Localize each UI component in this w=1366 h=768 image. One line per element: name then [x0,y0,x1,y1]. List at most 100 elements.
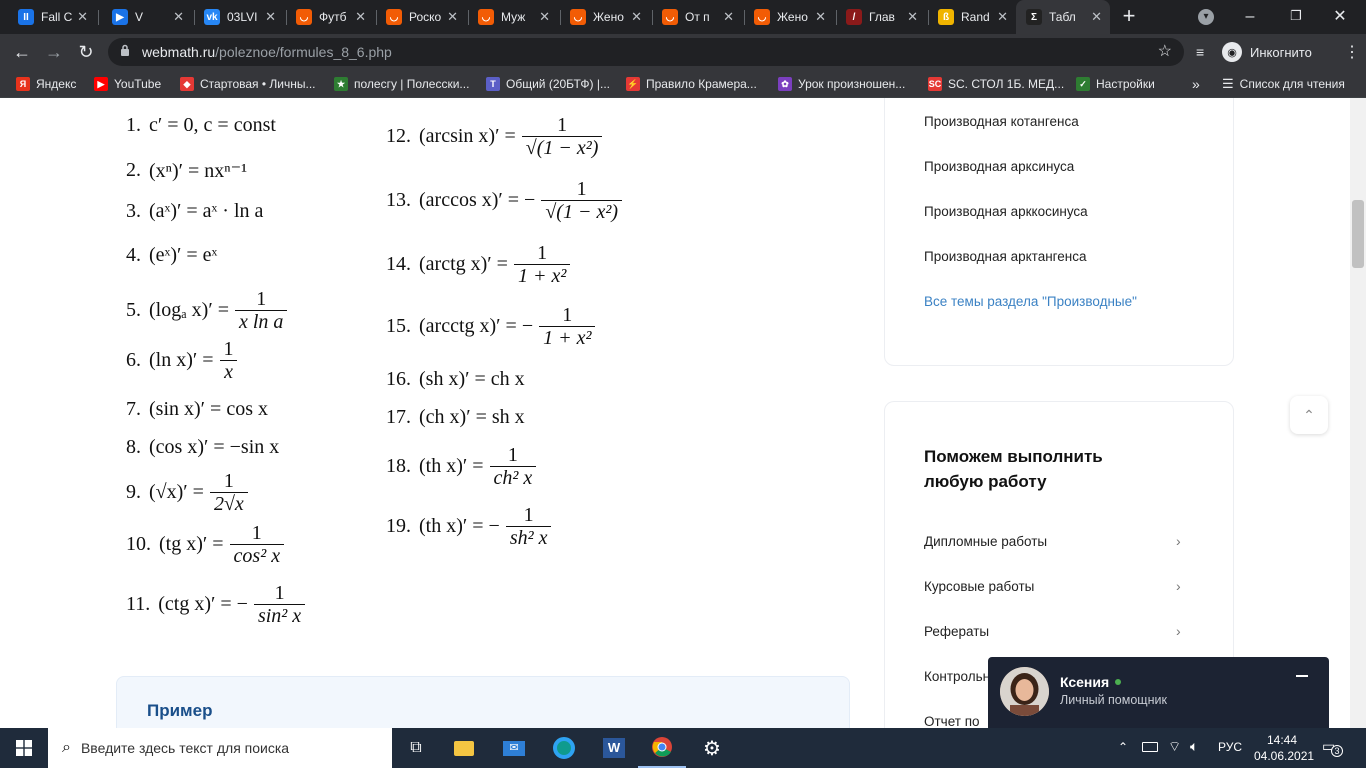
fraction-denominator: x ln a [235,310,288,333]
chat-minimize-icon[interactable] [1296,675,1308,677]
browser-tab[interactable]: ◡ Роско ✕ [376,0,466,34]
taskbar-search-box[interactable]: ⌕ Введите здесь текст для поиска [48,728,392,768]
bookmark-item[interactable]: SC SC. СТОЛ 1Б. МЕД... [928,70,1064,98]
wifi-icon[interactable]: ⌔ [1168,738,1181,756]
formula-row: 3. (aˣ)′ = aˣ · ln a [126,200,263,223]
chevron-right-icon: › [1176,578,1181,594]
fraction-numerator: 1 [562,304,573,326]
bookmark-icon: Я [16,77,30,91]
bookmark-item[interactable]: ★ полесгу | Полесски... [334,70,469,98]
fraction-numerator: 1 [523,504,534,526]
close-tab-icon[interactable]: ✕ [265,10,276,24]
browser-tab[interactable]: ◡ Муж ✕ [468,0,558,34]
browser-tab[interactable]: ß Rand ✕ [928,0,1016,34]
windows-start-button[interactable] [0,728,48,768]
sidebar-topic-link[interactable]: Производная арксинуса [924,159,1074,174]
browser-tab[interactable]: ◡ Жено ✕ [560,0,650,34]
fraction-denominator: 1 + x² [539,326,596,349]
close-tab-icon[interactable]: ✕ [77,10,88,24]
sidebar-topic-link[interactable]: Производная арктангенса [924,249,1087,264]
reading-mode-icon[interactable]: ≡ [1196,44,1212,60]
file-explorer-icon[interactable] [440,728,488,768]
tab-search-icon[interactable]: ▾ [1198,9,1214,25]
forward-button[interactable]: → [40,38,68,66]
taskbar-search-placeholder: Введите здесь текст для поиска [80,740,290,756]
fraction-numerator: 1 [256,288,267,310]
input-language[interactable]: РУС [1218,740,1242,754]
close-tab-icon[interactable]: ✕ [173,10,184,24]
bookmark-label: Настройки [1096,77,1155,91]
sidebar-topic-link[interactable]: Производная арккосинуса [924,204,1088,219]
close-tab-icon[interactable]: ✕ [1091,10,1102,24]
close-window-button[interactable]: ✕ [1330,6,1350,26]
browser-tab[interactable]: ▶ V ✕ [102,0,192,34]
edge-browser-icon[interactable] [540,728,588,768]
task-view-icon[interactable]: ⧉ [392,728,440,768]
browser-tab[interactable]: Σ Табл ✕ [1016,0,1110,34]
fraction-denominator: cos² x [229,544,285,567]
settings-gear-icon[interactable]: ⚙ [688,728,736,768]
back-button[interactable]: ← [8,38,36,66]
browser-tab[interactable]: vk 03LVI ✕ [194,0,284,34]
battery-icon[interactable] [1142,742,1158,752]
page-scrollbar[interactable] [1350,98,1366,728]
volume-icon[interactable]: 🔈︎ [1190,738,1198,755]
tray-chevron-icon[interactable]: ⌃ [1118,740,1128,754]
reload-button[interactable]: ↻ [72,38,100,66]
scrollbar-thumb[interactable] [1352,200,1364,268]
close-tab-icon[interactable]: ✕ [631,10,642,24]
chat-widget[interactable]: Ксения Личный помощник [988,657,1329,728]
bookmark-item[interactable]: T Общий (20БТФ) |... [486,70,610,98]
bookmark-item[interactable]: Я Яндекс [16,70,76,98]
shop-icon: ◡ [386,9,402,25]
restore-button[interactable]: ❐ [1286,8,1306,26]
close-tab-icon[interactable]: ✕ [815,10,826,24]
formula-number: 5. [126,299,141,321]
close-tab-icon[interactable]: ✕ [447,10,458,24]
notification-center-icon[interactable]: ▭ 3 [1322,738,1343,757]
browser-tab[interactable]: / Глав ✕ [836,0,926,34]
bookmark-label: SC. СТОЛ 1Б. МЕД... [948,77,1065,91]
close-tab-icon[interactable]: ✕ [723,10,734,24]
windows-taskbar: ⌕ Введите здесь текст для поиска ⧉ ✉ W ⚙… [0,728,1366,768]
service-link[interactable]: Рефераты [924,624,989,639]
menu-dots-icon[interactable]: ⋮ [1344,42,1360,62]
reading-list[interactable]: ☰ Список для чтения [1222,70,1345,98]
service-link[interactable]: Дипломные работы [924,534,1047,549]
bookmark-item[interactable]: ▶ YouTube [94,70,161,98]
more-bookmarks-icon[interactable]: » [1192,76,1200,92]
chrome-icon[interactable] [638,728,686,768]
fraction-numerator: 1 [274,582,285,604]
bookmark-item[interactable]: ✿ Урок произношен... [778,70,905,98]
address-bar[interactable]: webmath.ru/poleznoe/formules_8_6.php ☆ [108,38,1184,66]
service-link[interactable]: Отчет по [924,714,980,728]
fraction-denominator: 2√x [209,492,248,515]
formula-number: 11. [126,593,151,615]
browser-tab[interactable]: ◡ Жено ✕ [744,0,834,34]
all-topics-link[interactable]: Все темы раздела "Производные" [924,294,1137,309]
browser-tab[interactable]: II Fall C ✕ [8,0,96,34]
minimize-button[interactable]: – [1240,8,1260,26]
formula-row: 8. (cos x)′ = −sin x [126,436,279,459]
browser-tab[interactable]: ◡ От п ✕ [652,0,742,34]
service-link[interactable]: Курсовые работы [924,579,1034,594]
scroll-top-button[interactable]: ⌃ [1290,396,1328,434]
clock[interactable]: 14:44 04.06.2021 [1254,732,1315,764]
close-tab-icon[interactable]: ✕ [907,10,918,24]
formula-row: 19. (th x)′ = −1 sh² x [386,504,552,549]
bookmark-item[interactable]: ⚡ Правило Крамера... [626,70,757,98]
sidebar-topic-link[interactable]: Производная котангенса [924,114,1079,129]
bookmark-item[interactable]: ✓ Настройки [1076,70,1155,98]
bookmark-item[interactable]: ◆ Стартовая • Личны... [180,70,316,98]
formula-row: 4. (eˣ)′ = eˣ [126,244,217,267]
browser-tab[interactable]: ◡ Футб ✕ [286,0,374,34]
bookmark-star-icon[interactable]: ☆ [1158,41,1172,61]
word-icon[interactable]: W [590,728,638,768]
incognito-profile[interactable]: ◉ Инкогнито [1222,40,1354,64]
close-tab-icon[interactable]: ✕ [997,10,1008,24]
close-tab-icon[interactable]: ✕ [539,10,550,24]
close-tab-icon[interactable]: ✕ [355,10,366,24]
new-tab-button[interactable]: + [1116,5,1142,29]
mail-icon[interactable]: ✉ [490,728,538,768]
clock-date: 04.06.2021 [1254,749,1315,763]
